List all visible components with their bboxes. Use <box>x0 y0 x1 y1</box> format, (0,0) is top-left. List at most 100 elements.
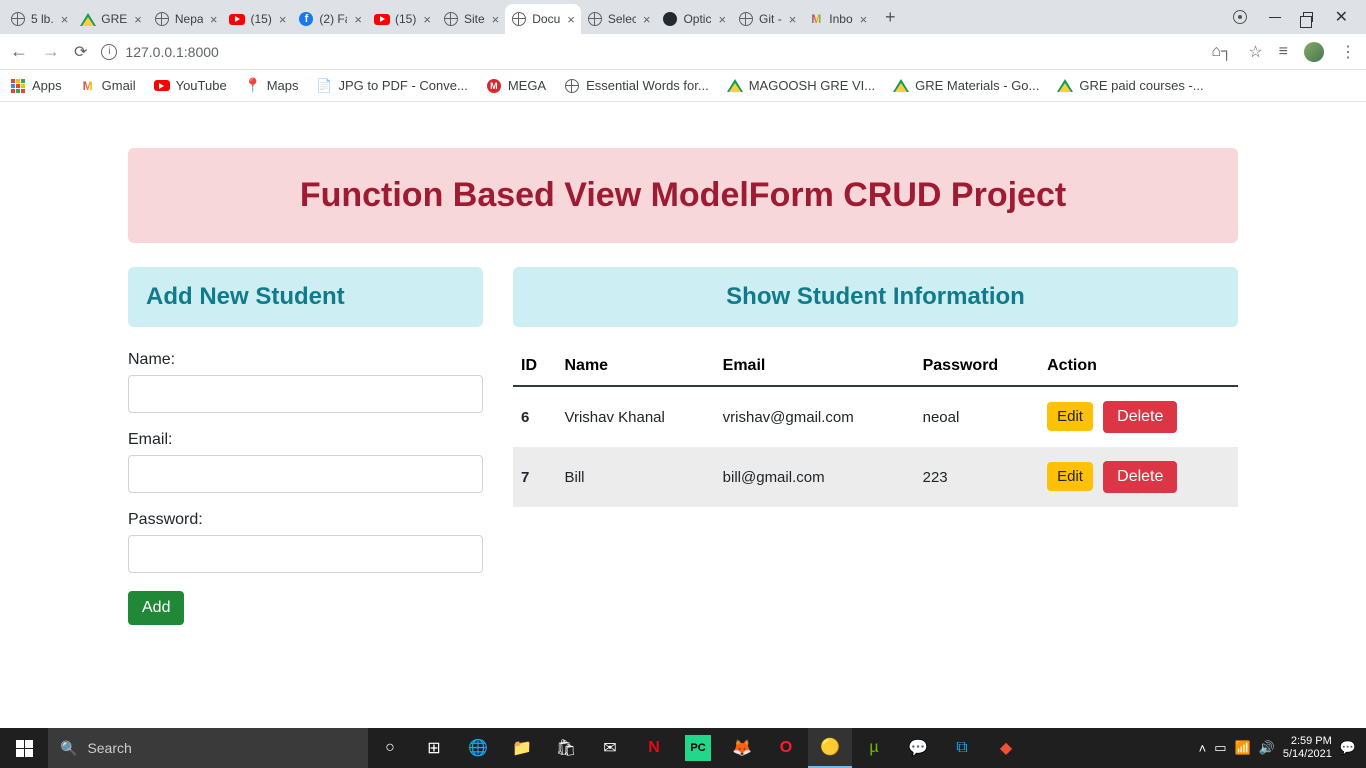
start-button[interactable] <box>0 728 48 768</box>
tab-10[interactable]: Git -× <box>732 4 802 34</box>
explorer-icon[interactable]: 📁 <box>500 728 544 768</box>
bookmark-mega[interactable]: MMEGA <box>486 78 546 94</box>
pycharm-icon[interactable]: PC <box>685 735 711 761</box>
git-icon[interactable]: ◆ <box>984 728 1028 768</box>
bookmark-magoosh[interactable]: MAGOOSH GRE VI... <box>727 78 875 94</box>
close-icon[interactable]: × <box>567 12 575 27</box>
bookmark-essential-words[interactable]: Essential Words for... <box>564 78 709 94</box>
chrome-menu-button[interactable]: ⋮ <box>1340 42 1356 62</box>
firefox-icon[interactable]: 🦊 <box>720 728 764 768</box>
close-icon[interactable]: × <box>492 12 500 27</box>
tab-9[interactable]: Optic× <box>656 4 732 34</box>
drive-icon <box>80 11 96 27</box>
tab-0[interactable]: 5 lb.× <box>4 4 74 34</box>
close-icon[interactable]: × <box>643 12 651 27</box>
name-input[interactable] <box>128 375 483 413</box>
bookmark-gre-paid[interactable]: GRE paid courses -... <box>1057 78 1203 94</box>
bookmark-gre-materials[interactable]: GRE Materials - Go... <box>893 78 1039 94</box>
close-icon[interactable]: × <box>134 12 142 27</box>
bookmark-youtube[interactable]: YouTube <box>154 78 227 94</box>
close-icon[interactable]: × <box>354 12 362 27</box>
utorrent-icon[interactable]: µ <box>852 728 896 768</box>
bookmark-label: Essential Words for... <box>586 78 709 93</box>
new-tab-button[interactable]: + <box>877 7 903 28</box>
tab-title: GRE <box>101 12 127 26</box>
task-view-icon[interactable]: ⊞ <box>412 728 456 768</box>
tab-4[interactable]: f(2) Fa× <box>292 4 368 34</box>
vscode-icon[interactable]: ⧉ <box>940 728 984 768</box>
back-button[interactable]: ← <box>10 41 28 62</box>
email-input[interactable] <box>128 455 483 493</box>
password-input[interactable] <box>128 535 483 573</box>
store-icon[interactable]: 🛍 <box>544 728 588 768</box>
youtube-icon <box>374 11 390 27</box>
discord-icon[interactable]: 💬 <box>896 728 940 768</box>
bookmark-label: MAGOOSH GRE VI... <box>749 78 875 93</box>
battery-icon[interactable]: ▭ <box>1214 740 1226 756</box>
taskbar-search[interactable]: 🔍 Search <box>48 728 368 768</box>
tab-6[interactable]: Site× <box>437 4 505 34</box>
search-placeholder: Search <box>87 740 131 756</box>
cell-email: vrishav@gmail.com <box>715 386 915 447</box>
system-clock[interactable]: 2:59 PM 5/14/2021 <box>1283 735 1332 761</box>
netflix-icon[interactable]: N <box>632 728 676 768</box>
bookmark-gmail[interactable]: MGmail <box>80 78 136 94</box>
form-heading: Add New Student <box>128 267 483 327</box>
window-restore-button[interactable] <box>1303 12 1313 22</box>
window-close-button[interactable]: ✕ <box>1335 7 1348 27</box>
profile-avatar[interactable] <box>1304 42 1324 62</box>
bookmark-label: GRE Materials - Go... <box>915 78 1039 93</box>
tab-8[interactable]: Selec× <box>581 4 657 34</box>
tab-11[interactable]: MInbo× <box>802 4 873 34</box>
password-key-icon[interactable]: ⌂┐ <box>1211 43 1232 61</box>
close-icon[interactable]: × <box>279 12 287 27</box>
globe-icon <box>738 11 754 27</box>
reading-list-icon[interactable]: ≡ <box>1279 43 1288 61</box>
bookmark-star-icon[interactable]: ☆ <box>1248 42 1262 62</box>
bookmark-jpg-pdf[interactable]: 📄JPG to PDF - Conve... <box>316 78 467 94</box>
add-student-form: Name: Email: Password: Add <box>128 351 483 625</box>
tab-3[interactable]: (15) × <box>223 4 292 34</box>
delete-button[interactable]: Delete <box>1103 461 1177 493</box>
tab-5[interactable]: (15)× <box>368 4 437 34</box>
close-icon[interactable]: × <box>423 12 431 27</box>
tab-7-active[interactable]: Docu× <box>505 4 581 34</box>
add-button[interactable]: Add <box>128 591 184 625</box>
cortana-icon[interactable]: ○ <box>368 728 412 768</box>
wifi-icon[interactable]: 📶 <box>1235 740 1251 756</box>
tab-title: (15) <box>250 12 271 26</box>
bookmark-label: YouTube <box>176 78 227 93</box>
gmail-icon: M <box>80 78 96 94</box>
mail-icon[interactable]: ✉ <box>588 728 632 768</box>
address-bar[interactable]: i 127.0.0.1:8000 <box>101 38 1197 66</box>
windows-taskbar: 🔍 Search ○ ⊞ 🌐 📁 🛍 ✉ N PC 🦊 O 🟡 µ 💬 ⧉ ◆ … <box>0 728 1366 768</box>
close-icon[interactable]: × <box>860 12 868 27</box>
reload-button[interactable]: ⟳ <box>74 42 87 62</box>
volume-icon[interactable]: 🔊 <box>1259 740 1275 756</box>
bookmark-apps[interactable]: Apps <box>10 78 62 94</box>
close-icon[interactable]: × <box>61 12 69 27</box>
close-icon[interactable]: × <box>718 12 726 27</box>
youtube-icon <box>229 11 245 27</box>
tray-chevron-icon[interactable]: ˄ <box>1199 741 1207 756</box>
account-icon[interactable] <box>1233 10 1247 24</box>
site-info-icon[interactable]: i <box>101 44 117 60</box>
edge-icon[interactable]: 🌐 <box>456 728 500 768</box>
window-minimize-button[interactable] <box>1269 17 1281 18</box>
tab-1[interactable]: GRE × <box>74 4 148 34</box>
bookmark-maps[interactable]: 📍Maps <box>245 78 299 94</box>
cell-password: neoal <box>915 386 1040 447</box>
edit-button[interactable]: Edit <box>1047 462 1093 491</box>
tab-2[interactable]: Nepa× <box>148 4 224 34</box>
cell-name: Vrishav Khanal <box>557 386 715 447</box>
delete-button[interactable]: Delete <box>1103 401 1177 433</box>
forward-button[interactable]: → <box>42 41 60 62</box>
opera-icon[interactable]: O <box>764 728 808 768</box>
edit-button[interactable]: Edit <box>1047 402 1093 431</box>
close-icon[interactable]: × <box>210 12 218 27</box>
globe-icon <box>587 11 603 27</box>
chrome-icon[interactable]: 🟡 <box>808 728 852 768</box>
close-icon[interactable]: × <box>789 12 797 27</box>
globe-icon <box>443 11 459 27</box>
notifications-icon[interactable]: 💬 <box>1340 740 1356 756</box>
